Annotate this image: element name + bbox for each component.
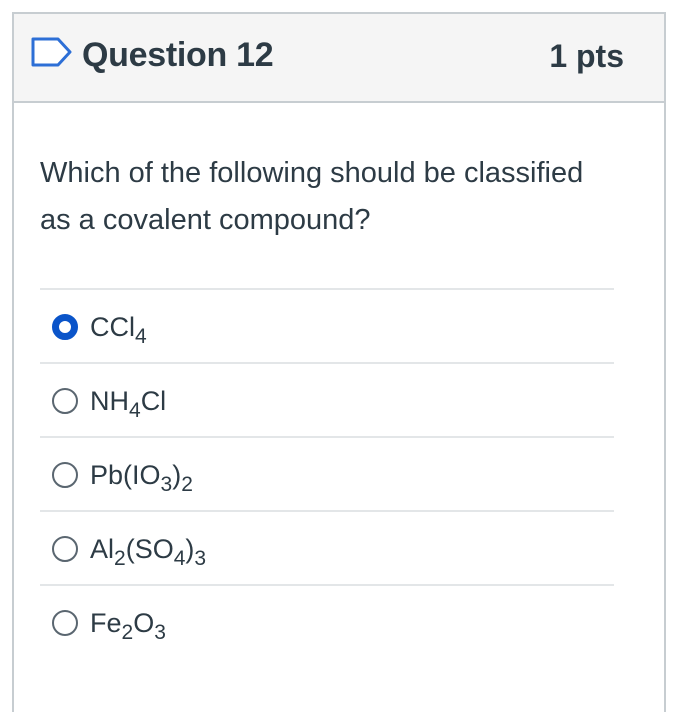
- flag-question-icon[interactable]: [30, 36, 74, 68]
- answer-option-ccl4[interactable]: CCl4: [40, 288, 614, 362]
- answer-list: CCl4 NH4Cl Pb(IO3)2 Al2(SO4)3 Fe2O3: [40, 288, 614, 658]
- answer-label: NH4Cl: [90, 386, 167, 422]
- question-points: 1 pts: [549, 38, 624, 74]
- answer-label: Al2(SO4)3: [90, 534, 207, 570]
- radio-icon[interactable]: [52, 462, 78, 488]
- question-title: Question 12: [82, 36, 274, 74]
- answer-option-al2so43[interactable]: Al2(SO4)3: [40, 510, 614, 584]
- answer-option-pbio32[interactable]: Pb(IO3)2: [40, 436, 614, 510]
- question-text: Which of the following should be classif…: [40, 157, 584, 236]
- radio-icon[interactable]: [52, 388, 78, 414]
- question-header: Question 12 1 pts: [14, 14, 664, 103]
- radio-selected-icon[interactable]: [52, 314, 78, 340]
- answer-label: Fe2O3: [90, 608, 166, 644]
- answer-label: CCl4: [90, 312, 147, 348]
- radio-icon[interactable]: [52, 610, 78, 636]
- answer-label: Pb(IO3)2: [90, 460, 193, 496]
- radio-icon[interactable]: [52, 536, 78, 562]
- answer-option-fe2o3[interactable]: Fe2O3: [40, 584, 614, 658]
- answer-option-nh4cl[interactable]: NH4Cl: [40, 362, 614, 436]
